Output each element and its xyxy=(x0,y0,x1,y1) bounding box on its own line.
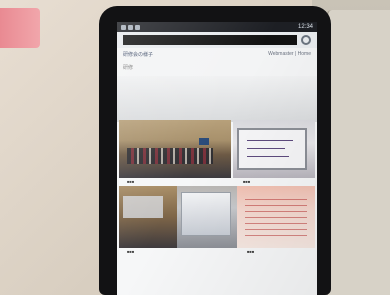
projection-screen xyxy=(181,192,231,236)
whiteboard-photo[interactable] xyxy=(233,120,315,178)
seated-participants xyxy=(127,148,213,164)
photo-caption: ■■■ xyxy=(247,249,255,254)
handout-photo[interactable] xyxy=(237,186,315,248)
browser-url-bar[interactable] xyxy=(117,32,317,48)
page-title: 研修会の様子 xyxy=(123,52,154,58)
wifi-icon xyxy=(128,24,133,30)
tablet-screen: 12:34 研修会の様子 Webmaster | Home 研修 ■■■ ■■■… xyxy=(117,22,317,295)
handwritten-notes xyxy=(245,194,307,240)
battery-icon xyxy=(135,24,140,30)
classroom-photo-1[interactable] xyxy=(119,120,231,178)
page-header: 研修会の様子 Webmaster | Home 研修 xyxy=(117,48,317,76)
signal-icon xyxy=(121,24,126,30)
pink-notebook xyxy=(0,8,40,48)
url-redacted[interactable] xyxy=(123,35,297,45)
status-clock: 12:34 xyxy=(297,24,313,30)
projector-screen-small xyxy=(123,196,163,218)
classroom-photo-2[interactable] xyxy=(119,186,177,248)
gray-folder-edge xyxy=(326,10,390,295)
breadcrumb: 研修 xyxy=(123,65,134,71)
page-banner xyxy=(117,76,317,122)
photo-caption: ■■■ xyxy=(127,249,135,254)
projection-photo[interactable] xyxy=(177,186,237,248)
page-nav[interactable]: Webmaster | Home xyxy=(268,51,311,58)
notification-icons xyxy=(121,24,140,30)
photo-caption: ■■■ xyxy=(127,179,135,184)
refresh-icon[interactable] xyxy=(301,35,311,45)
status-bar: 12:34 xyxy=(117,22,317,32)
photo-caption: ■■■ xyxy=(243,179,251,184)
whiteboard xyxy=(237,128,307,170)
tv-screen xyxy=(199,138,209,145)
